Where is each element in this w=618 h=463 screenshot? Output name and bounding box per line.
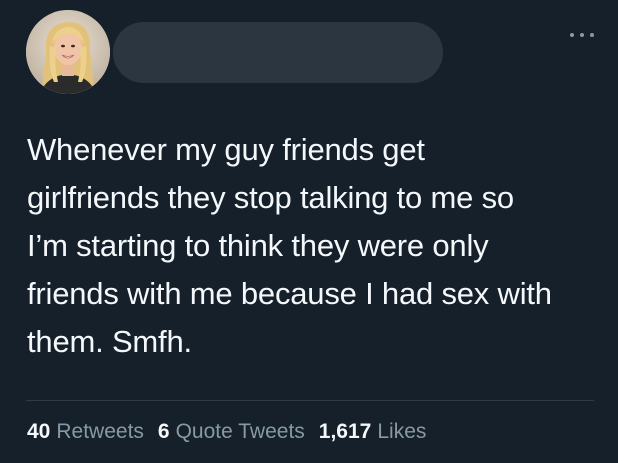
- retweets-count: 40: [27, 420, 51, 443]
- author-avatar[interactable]: [26, 10, 110, 94]
- dot: [570, 33, 574, 37]
- tweet-card: Whenever my guy friends get girlfriends …: [0, 0, 618, 463]
- divider: [26, 400, 594, 401]
- retweets-label: Retweets: [56, 420, 144, 443]
- dot: [590, 33, 594, 37]
- likes-count: 1,617: [318, 420, 372, 443]
- quote-tweets-stat[interactable]: 6 Quote Tweets: [158, 420, 305, 444]
- retweets-stat[interactable]: 40 Retweets: [27, 420, 144, 444]
- author-name-redacted: [113, 22, 443, 83]
- likes-stat[interactable]: 1,617 Likes: [319, 420, 427, 444]
- user-avatar-photo-icon: [26, 10, 110, 94]
- quote-tweets-count: 6: [157, 420, 170, 443]
- quote-tweets-label: Quote Tweets: [175, 420, 305, 443]
- tweet-text: Whenever my guy friends get girlfriends …: [27, 132, 552, 359]
- tweet-stats: 40 Retweets 6 Quote Tweets 1,617 Likes: [27, 420, 440, 448]
- more-options-icon[interactable]: [570, 28, 594, 42]
- likes-label: Likes: [377, 420, 427, 443]
- dot: [580, 33, 584, 37]
